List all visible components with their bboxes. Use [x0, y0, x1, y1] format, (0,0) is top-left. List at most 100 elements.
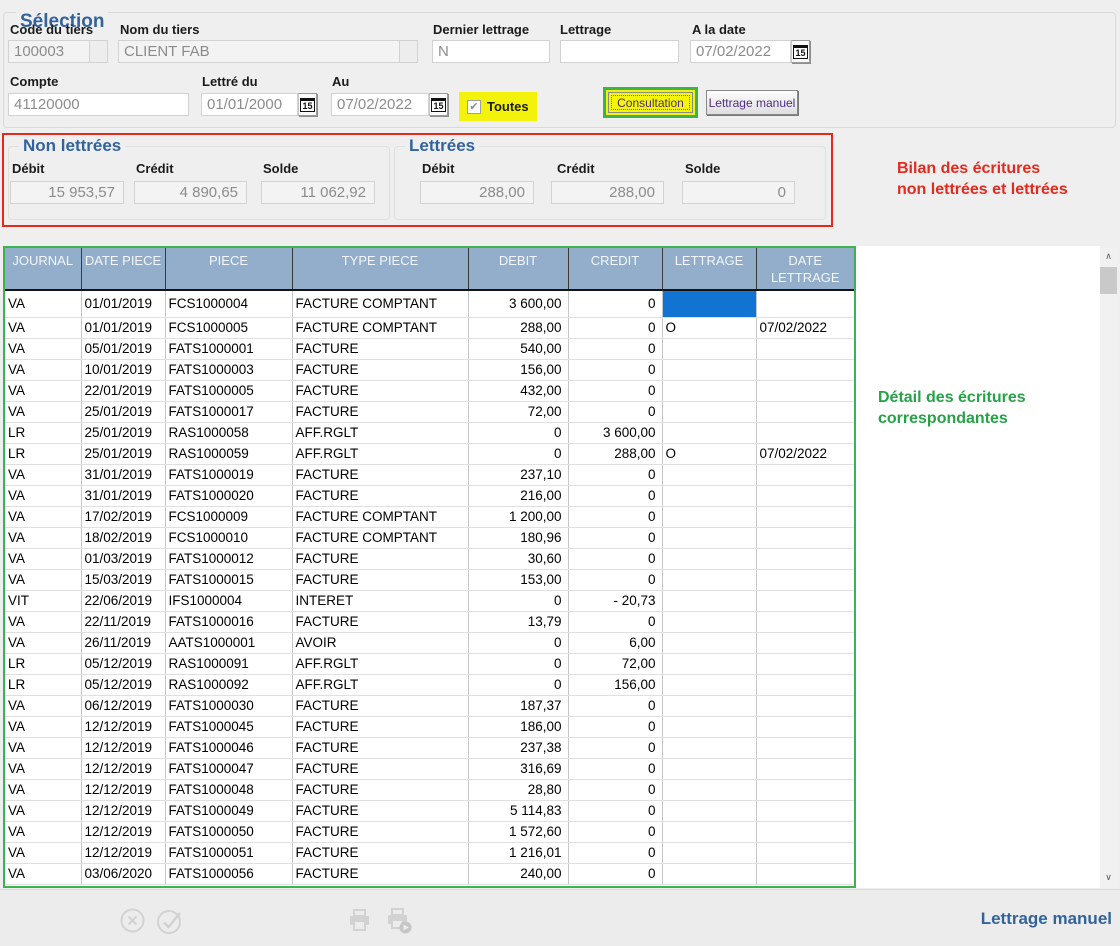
- table-cell[interactable]: 540,00: [468, 338, 568, 359]
- table-cell[interactable]: FACTURE COMPTANT: [292, 527, 468, 548]
- table-cell[interactable]: O: [662, 317, 756, 338]
- cancel-icon[interactable]: [119, 907, 146, 934]
- table-cell[interactable]: [756, 611, 854, 632]
- table-cell[interactable]: FACTURE: [292, 863, 468, 884]
- table-cell[interactable]: [756, 653, 854, 674]
- table-cell[interactable]: RAS1000092: [165, 674, 292, 695]
- table-cell[interactable]: 0: [568, 821, 662, 842]
- table-cell[interactable]: 12/12/2019: [81, 737, 165, 758]
- table-cell[interactable]: FACTURE COMPTANT: [292, 290, 468, 317]
- code-du-tiers-lookup-button[interactable]: [90, 40, 108, 63]
- table-cell[interactable]: 05/12/2019: [81, 653, 165, 674]
- table-cell[interactable]: VA: [5, 359, 81, 380]
- table-row[interactable]: VA01/01/2019FCS1000004FACTURE COMPTANT3 …: [5, 290, 854, 317]
- table-row[interactable]: VA12/12/2019FATS1000049FACTURE5 114,830: [5, 800, 854, 821]
- table-cell[interactable]: [756, 506, 854, 527]
- table-cell[interactable]: [662, 590, 756, 611]
- column-header[interactable]: PIECE: [165, 248, 292, 290]
- table-cell[interactable]: 12/12/2019: [81, 779, 165, 800]
- table-cell[interactable]: FATS1000015: [165, 569, 292, 590]
- print-preview-icon[interactable]: [385, 907, 413, 935]
- table-cell[interactable]: 01/01/2019: [81, 317, 165, 338]
- table-cell[interactable]: [756, 863, 854, 884]
- scroll-down-icon[interactable]: ∨: [1100, 869, 1117, 886]
- table-cell[interactable]: FACTURE COMPTANT: [292, 317, 468, 338]
- nom-du-tiers-input[interactable]: [118, 40, 400, 63]
- validate-icon[interactable]: [156, 907, 185, 936]
- table-cell[interactable]: [662, 716, 756, 737]
- table-cell[interactable]: [756, 632, 854, 653]
- table-cell[interactable]: [662, 674, 756, 695]
- table-cell[interactable]: 0: [568, 737, 662, 758]
- table-cell[interactable]: 216,00: [468, 485, 568, 506]
- table-row[interactable]: VA10/01/2019FATS1000003FACTURE156,000: [5, 359, 854, 380]
- table-cell[interactable]: 72,00: [468, 401, 568, 422]
- table-cell[interactable]: VA: [5, 401, 81, 422]
- table-cell[interactable]: [662, 485, 756, 506]
- table-cell[interactable]: IFS1000004: [165, 590, 292, 611]
- table-cell[interactable]: FACTURE: [292, 569, 468, 590]
- table-cell[interactable]: 12/12/2019: [81, 821, 165, 842]
- table-row[interactable]: VA31/01/2019FATS1000020FACTURE216,000: [5, 485, 854, 506]
- table-cell[interactable]: LR: [5, 674, 81, 695]
- table-cell[interactable]: FACTURE: [292, 758, 468, 779]
- column-header[interactable]: CREDIT: [568, 248, 662, 290]
- table-row[interactable]: VA26/11/2019AATS1000001AVOIR06,00: [5, 632, 854, 653]
- table-cell[interactable]: 18/02/2019: [81, 527, 165, 548]
- table-cell[interactable]: 0: [568, 401, 662, 422]
- table-cell[interactable]: FACTURE: [292, 842, 468, 863]
- table-row[interactable]: VA17/02/2019FCS1000009FACTURE COMPTANT1 …: [5, 506, 854, 527]
- table-cell[interactable]: 12/12/2019: [81, 716, 165, 737]
- table-cell[interactable]: 06/12/2019: [81, 695, 165, 716]
- table-cell[interactable]: FATS1000017: [165, 401, 292, 422]
- table-cell[interactable]: 25/01/2019: [81, 401, 165, 422]
- table-cell[interactable]: VA: [5, 380, 81, 401]
- table-cell[interactable]: VA: [5, 779, 81, 800]
- table-cell[interactable]: FATS1000056: [165, 863, 292, 884]
- table-cell[interactable]: [662, 611, 756, 632]
- table-row[interactable]: VA12/12/2019FATS1000046FACTURE237,380: [5, 737, 854, 758]
- table-cell[interactable]: [756, 464, 854, 485]
- table-cell[interactable]: 72,00: [568, 653, 662, 674]
- dernier-lettrage-input[interactable]: [432, 40, 550, 63]
- table-cell[interactable]: [662, 653, 756, 674]
- table-cell[interactable]: 03/06/2020: [81, 863, 165, 884]
- table-cell[interactable]: 3 600,00: [468, 290, 568, 317]
- table-cell[interactable]: RAS1000058: [165, 422, 292, 443]
- table-cell[interactable]: [662, 842, 756, 863]
- table-cell[interactable]: FACTURE: [292, 716, 468, 737]
- table-cell[interactable]: VA: [5, 842, 81, 863]
- table-cell[interactable]: 31/01/2019: [81, 464, 165, 485]
- a-la-date-calendar-button[interactable]: 15: [791, 40, 810, 63]
- table-row[interactable]: VA12/12/2019FATS1000045FACTURE186,000: [5, 716, 854, 737]
- table-cell[interactable]: - 20,73: [568, 590, 662, 611]
- table-cell[interactable]: 07/02/2022: [756, 443, 854, 464]
- table-row[interactable]: VA31/01/2019FATS1000019FACTURE237,100: [5, 464, 854, 485]
- table-cell[interactable]: 0: [568, 464, 662, 485]
- table-cell[interactable]: 25/01/2019: [81, 443, 165, 464]
- table-cell[interactable]: 316,69: [468, 758, 568, 779]
- table-cell[interactable]: 0: [568, 611, 662, 632]
- table-cell[interactable]: FACTURE: [292, 800, 468, 821]
- table-cell[interactable]: AFF.RGLT: [292, 422, 468, 443]
- table-cell[interactable]: [662, 800, 756, 821]
- table-cell[interactable]: [756, 821, 854, 842]
- table-cell[interactable]: 6,00: [568, 632, 662, 653]
- table-cell[interactable]: VA: [5, 611, 81, 632]
- table-cell[interactable]: FATS1000020: [165, 485, 292, 506]
- table-cell[interactable]: VA: [5, 548, 81, 569]
- column-header[interactable]: DATE LETTRAGE: [756, 248, 854, 290]
- table-cell[interactable]: 0: [568, 485, 662, 506]
- table-row[interactable]: VIT22/06/2019IFS1000004INTERET0- 20,73: [5, 590, 854, 611]
- table-cell[interactable]: [756, 716, 854, 737]
- table-cell[interactable]: 156,00: [568, 674, 662, 695]
- table-cell[interactable]: AFF.RGLT: [292, 443, 468, 464]
- table-cell[interactable]: 156,00: [468, 359, 568, 380]
- table-cell[interactable]: FACTURE: [292, 779, 468, 800]
- toutes-checkbox[interactable]: ✔: [467, 100, 481, 114]
- table-cell[interactable]: 22/11/2019: [81, 611, 165, 632]
- table-cell[interactable]: [756, 359, 854, 380]
- table-cell[interactable]: 12/12/2019: [81, 800, 165, 821]
- table-cell[interactable]: 0: [568, 800, 662, 821]
- table-row[interactable]: VA05/01/2019FATS1000001FACTURE540,000: [5, 338, 854, 359]
